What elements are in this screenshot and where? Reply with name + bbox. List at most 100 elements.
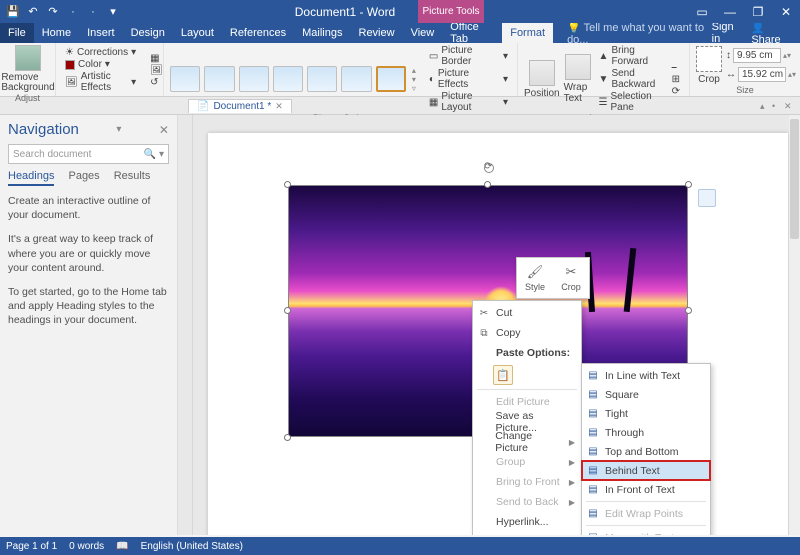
status-page[interactable]: Page 1 of 1: [6, 541, 57, 552]
wrap-inline[interactable]: ▤In Line with Text: [582, 366, 710, 385]
nav-tab-headings[interactable]: Headings: [8, 170, 54, 186]
status-language[interactable]: English (United States): [141, 541, 243, 552]
group-icon[interactable]: ⊞: [669, 74, 683, 85]
picture-style-3[interactable]: [239, 66, 269, 92]
layout-options-icon[interactable]: [698, 189, 716, 207]
rotate-icon[interactable]: ⟳: [669, 86, 683, 97]
ctx-caption[interactable]: Insert Caption...: [473, 532, 581, 535]
tab-view[interactable]: View: [403, 23, 443, 43]
resize-handle-n[interactable]: [484, 181, 491, 188]
navigation-dropdown-icon[interactable]: ▾: [116, 124, 121, 135]
nav-tab-results[interactable]: Results: [114, 170, 151, 186]
strip-close-icon[interactable]: ✕: [784, 101, 794, 111]
ctx-change[interactable]: Change Picture▶: [473, 432, 581, 452]
height-field[interactable]: 9.95 cm: [733, 48, 781, 63]
styles-row-up-icon[interactable]: ▴: [412, 66, 416, 75]
status-proofing-icon[interactable]: 📖: [116, 541, 128, 552]
strip-up-icon[interactable]: ▴: [760, 101, 770, 111]
tab-design[interactable]: Design: [123, 23, 173, 43]
picture-style-2[interactable]: [204, 66, 234, 92]
ctx-send: Send to Back▶: [473, 492, 581, 512]
artistic-effects-button[interactable]: 🖼Artistic Effects ▾: [62, 71, 139, 93]
resize-handle-w[interactable]: [284, 307, 291, 314]
save-icon[interactable]: 💾: [6, 5, 20, 19]
width-field[interactable]: 15.92 cm: [738, 67, 786, 82]
close-document-icon[interactable]: ✕: [275, 101, 283, 112]
styles-more-icon[interactable]: ▿: [412, 84, 416, 93]
align-icon[interactable]: ⎯: [669, 62, 683, 73]
close-button[interactable]: ✕: [772, 0, 800, 23]
ctx-save_as[interactable]: Save as Picture...: [473, 412, 581, 432]
search-input[interactable]: Search document 🔍 ▾: [8, 144, 169, 164]
ribbon-display-options-icon[interactable]: ▭: [688, 0, 716, 23]
position-button[interactable]: Position: [524, 60, 560, 99]
rotate-handle-icon[interactable]: [484, 163, 494, 173]
qat-extra-1-icon[interactable]: ·: [66, 5, 80, 19]
tab-insert[interactable]: Insert: [79, 23, 123, 43]
wrap-tight[interactable]: ▤Tight: [582, 404, 710, 423]
picture-style-1[interactable]: [170, 66, 200, 92]
picture-effects-button[interactable]: ◐Picture Effects ▾: [426, 68, 511, 90]
corrections-button[interactable]: ☀Corrections ▾: [62, 47, 139, 58]
copy-icon: ⧉: [477, 328, 491, 339]
resize-handle-sw[interactable]: [284, 434, 291, 441]
picture-style-7[interactable]: [376, 66, 406, 92]
tab-office-tab[interactable]: Office Tab: [442, 23, 502, 43]
document-tab[interactable]: 📄 Document1 * ✕: [188, 99, 292, 113]
search-icon[interactable]: 🔍 ▾: [144, 149, 164, 160]
nav-tab-pages[interactable]: Pages: [68, 170, 99, 186]
wrap-through-icon: ▤: [586, 427, 600, 439]
color-button[interactable]: Color ▾: [62, 59, 139, 70]
send-backward-button[interactable]: ▼Send Backward: [596, 68, 665, 90]
undo-icon[interactable]: ↶: [26, 5, 40, 19]
tab-mailings[interactable]: Mailings: [294, 23, 350, 43]
resize-handle-e[interactable]: [685, 307, 692, 314]
qat-customize-icon[interactable]: ▾: [106, 5, 120, 19]
wrap-topbot[interactable]: ▤Top and Bottom: [582, 442, 710, 461]
minimize-button[interactable]: —: [716, 0, 744, 23]
resize-handle-nw[interactable]: [284, 181, 291, 188]
tab-references[interactable]: References: [222, 23, 294, 43]
ctx-cut[interactable]: ✂Cut: [473, 303, 581, 323]
resize-handle-ne[interactable]: [685, 181, 692, 188]
tab-format[interactable]: Format: [502, 23, 553, 43]
mini-style-button[interactable]: 🖌 Style: [517, 258, 553, 298]
tab-file[interactable]: File: [0, 23, 34, 43]
picture-style-6[interactable]: [341, 66, 371, 92]
ctx-link[interactable]: Hyperlink...: [473, 512, 581, 532]
wrap-front[interactable]: ▤In Front of Text: [582, 480, 710, 499]
scrollbar-thumb[interactable]: [790, 119, 799, 239]
strip-pin-icon[interactable]: •: [772, 101, 782, 111]
redo-icon[interactable]: ↷: [46, 5, 60, 19]
wrap-text-submenu: ▤In Line with Text▤Square▤Tight▤Through▤…: [581, 363, 711, 535]
styles-row-down-icon[interactable]: ▾: [412, 75, 416, 84]
picture-style-5[interactable]: [307, 66, 337, 92]
wrap-square[interactable]: ▤Square: [582, 385, 710, 404]
mini-crop-button[interactable]: ✂ Crop: [553, 258, 589, 298]
navigation-close-icon[interactable]: ✕: [159, 123, 169, 137]
vertical-scrollbar[interactable]: [789, 115, 800, 535]
tab-layout[interactable]: Layout: [173, 23, 222, 43]
remove-background-button[interactable]: Remove Background: [6, 45, 50, 93]
restore-button[interactable]: ❐: [744, 0, 772, 23]
tab-home[interactable]: Home: [34, 23, 79, 43]
share-button[interactable]: 👤 Share: [751, 21, 792, 46]
picture-style-4[interactable]: [273, 66, 303, 92]
document-canvas[interactable]: jwords.com 🖌 Style ✂ Crop ✂Cut⧉CopyPas: [178, 115, 800, 535]
tab-review[interactable]: Review: [351, 23, 403, 43]
status-words[interactable]: 0 words: [69, 541, 104, 552]
wrap-text-button[interactable]: Wrap Text: [564, 54, 592, 104]
effects-icon: ◐: [429, 74, 435, 85]
crop-button[interactable]: Crop: [696, 46, 722, 85]
qat-extra-2-icon[interactable]: ·: [86, 5, 100, 19]
wrap-behind[interactable]: ▤Behind Text: [582, 461, 710, 480]
wrap-through[interactable]: ▤Through: [582, 423, 710, 442]
paste-option-keep-source[interactable]: 📋: [473, 363, 581, 387]
picture-layout-button[interactable]: ▦Picture Layout ▾: [426, 91, 511, 113]
sign-in-link[interactable]: Sign in: [712, 21, 742, 46]
tell-me-search[interactable]: 💡 Tell me what you want to do...: [553, 21, 712, 46]
selection-pane-button[interactable]: ☰Selection Pane: [596, 91, 665, 113]
ctx-copy[interactable]: ⧉Copy: [473, 323, 581, 343]
bring-forward-button[interactable]: ▲Bring Forward: [596, 45, 665, 67]
picture-border-button[interactable]: ▭Picture Border ▾: [426, 45, 511, 67]
